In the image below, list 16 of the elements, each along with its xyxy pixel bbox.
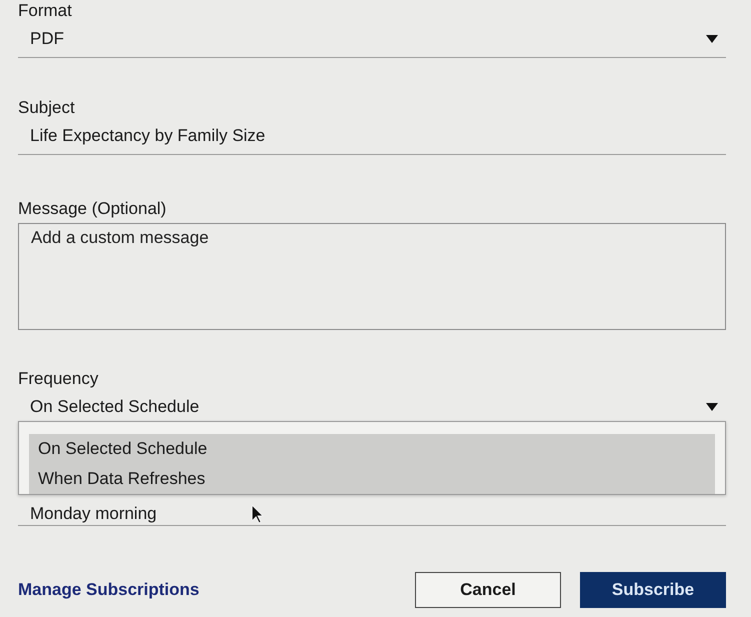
message-field[interactable]: Add a custom message: [18, 223, 726, 330]
menu-option[interactable]: When Data Refreshes: [29, 464, 715, 494]
field-label: Subject: [18, 98, 76, 118]
cursor-icon: [251, 504, 265, 524]
manage-subscriptions-link[interactable]: Manage Subscriptions: [18, 580, 200, 600]
subject-field[interactable]: Life Expectancy by Family Size: [18, 118, 726, 155]
caret-icon: [706, 403, 718, 411]
field-label: Format: [18, 1, 73, 21]
subscribe-button[interactable]: Subscribe: [580, 572, 726, 608]
field-label: Frequency: [18, 369, 100, 389]
cancel-button[interactable]: Cancel: [415, 572, 561, 608]
caret-icon: [706, 35, 718, 43]
menu-option[interactable]: On Selected Schedule: [29, 434, 715, 464]
format-select[interactable]: PDF: [18, 21, 726, 58]
frequency-select[interactable]: On Selected Schedule: [18, 389, 726, 425]
field-label: Message (Optional): [18, 199, 168, 219]
